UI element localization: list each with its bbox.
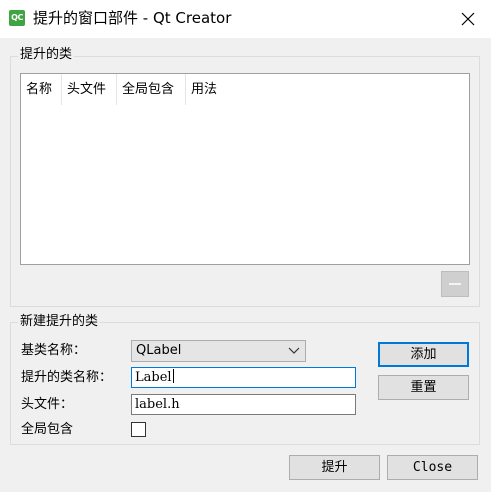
base-class-value: QLabel	[136, 343, 182, 358]
reset-button[interactable]: 重置	[378, 375, 469, 400]
promoted-class-name-value: Label	[135, 370, 172, 385]
global-include-label: 全局包含	[21, 422, 74, 437]
chevron-down-icon	[288, 347, 300, 354]
close-button[interactable]: Close	[387, 455, 478, 480]
header-file-label: 头文件：	[21, 397, 74, 412]
column-header-name[interactable]: 名称	[21, 74, 62, 105]
close-icon	[461, 12, 475, 26]
header-file-value: label.h	[135, 397, 180, 412]
promoted-classes-table[interactable]: 名称 头文件 全局包含 用法	[20, 73, 470, 265]
new-promoted-class-group-label: 新建提升的类	[18, 314, 101, 330]
base-class-label: 基类名称：	[21, 343, 87, 358]
base-class-combobox[interactable]: QLabel	[131, 340, 306, 362]
title-bar: QC 提升的窗口部件 - Qt Creator	[0, 0, 491, 38]
remove-class-button[interactable]	[441, 271, 469, 297]
table-header: 名称 头文件 全局包含 用法	[21, 74, 246, 105]
column-header-usage[interactable]: 用法	[186, 74, 246, 105]
header-file-input[interactable]: label.h	[131, 394, 356, 415]
global-include-checkbox[interactable]	[131, 422, 146, 437]
column-header-header-file[interactable]: 头文件	[62, 74, 117, 105]
column-header-global-include[interactable]: 全局包含	[117, 74, 186, 105]
window-close-button[interactable]	[445, 0, 491, 38]
promoted-class-name-label: 提升的类名称：	[21, 370, 113, 385]
text-caret	[172, 369, 174, 383]
window-title: 提升的窗口部件 - Qt Creator	[33, 9, 232, 27]
promote-button[interactable]: 提升	[289, 455, 380, 480]
qt-creator-icon: QC	[9, 10, 25, 26]
promoted-class-name-input[interactable]: Label	[131, 367, 356, 388]
promoted-classes-group-label: 提升的类	[18, 47, 75, 63]
add-button[interactable]: 添加	[378, 342, 469, 367]
